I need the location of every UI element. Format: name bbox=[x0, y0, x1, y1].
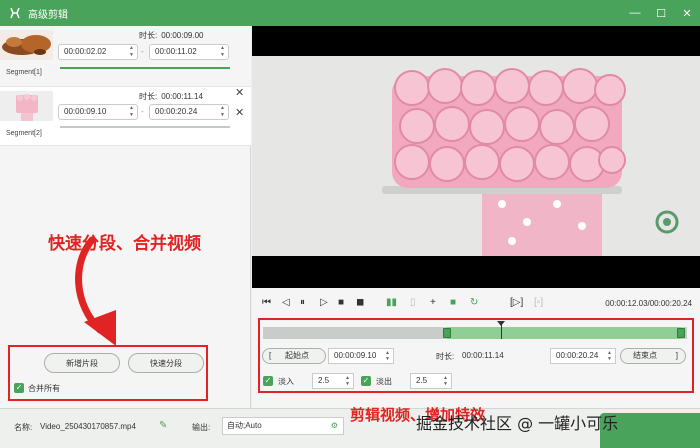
pause-icon[interactable]: ⏸ bbox=[300, 297, 305, 309]
copy-icon[interactable]: ■ bbox=[450, 297, 456, 309]
fade-in-checkbox[interactable]: ✓ bbox=[263, 376, 273, 386]
stop-icon[interactable]: ■ bbox=[338, 297, 344, 309]
preview-panel: ⏮ ◁ ⏸ ▷ ■ ◼ ▮▮ ▯ + ■ ↻ [▷] [▫] 00:00:12.… bbox=[252, 26, 700, 408]
fade-out-label: 淡出 bbox=[376, 377, 392, 386]
segment-label: Segment[1] bbox=[6, 69, 42, 76]
prev-frame-icon[interactable]: ◁ bbox=[282, 297, 290, 309]
maximize-button[interactable]: ☐ bbox=[648, 0, 674, 26]
quick-split-button[interactable]: 快速分段 bbox=[128, 353, 204, 373]
add-icon[interactable]: + bbox=[430, 297, 436, 309]
close-icon[interactable]: ✕ bbox=[235, 108, 244, 119]
segment-thumbnail-1 bbox=[0, 30, 53, 60]
fade-out-checkbox[interactable]: ✓ bbox=[361, 376, 371, 386]
playback-controls: ⏮ ◁ ⏸ ▷ ■ ◼ ▮▮ ▯ + ■ ↻ [▷] [▫] 00:00:12.… bbox=[252, 293, 700, 317]
trim-start-handle[interactable] bbox=[443, 328, 451, 338]
snapshot-icon[interactable]: [▫] bbox=[534, 297, 543, 309]
title-bar: 高级剪辑 — ☐ ✕ bbox=[0, 0, 700, 26]
bracket-marker-icon[interactable]: [▷] bbox=[510, 297, 523, 309]
merge-all-checkbox[interactable]: ✓ bbox=[14, 383, 24, 393]
minimize-button[interactable]: — bbox=[622, 0, 648, 26]
add-segment-button[interactable]: 新增片段 bbox=[44, 353, 120, 373]
next-frame-icon[interactable]: ▷ bbox=[320, 297, 328, 309]
segment-panel: Segment[1] 时长: 00:00:09.00 00:00:02.02 ▲ ▼… bbox=[0, 26, 251, 408]
segment-start-field[interactable]: 00:00:09.10 ▲ ▼ bbox=[58, 104, 138, 120]
segment-item-2[interactable]: Segment[2] 时长: 00:00:11.14 ✕ 00:00:09.10 … bbox=[0, 86, 251, 146]
spinner-icon[interactable]: ▲ ▼ bbox=[220, 45, 225, 59]
spinner-icon[interactable]: ▲ ▼ bbox=[443, 375, 448, 387]
window-title: 高级剪辑 bbox=[28, 9, 68, 21]
set-start-button[interactable]: [ 起始点 bbox=[262, 348, 326, 364]
output-label: 输出: bbox=[192, 423, 211, 432]
arrow-icon bbox=[75, 236, 116, 346]
trim-duration-label: 时长: bbox=[436, 352, 455, 361]
spinner-icon[interactable]: ▲ ▼ bbox=[345, 375, 350, 387]
segment-item-1[interactable]: Segment[1] 时长: 00:00:09.00 00:00:02.02 ▲ ▼… bbox=[0, 26, 251, 86]
playhead[interactable] bbox=[501, 322, 502, 339]
edit-pencil-icon[interactable]: ✎ bbox=[159, 420, 167, 431]
close-button[interactable]: ✕ bbox=[674, 0, 700, 26]
segment-end-field[interactable]: 00:00:11.02 ▲ ▼ bbox=[149, 44, 229, 60]
fade-out-field[interactable]: 2.5 ▲ ▼ bbox=[410, 373, 452, 389]
fade-in-field[interactable]: 2.5 ▲ ▼ bbox=[312, 373, 354, 389]
rotate-icon[interactable]: ↻ bbox=[470, 297, 478, 309]
close-icon[interactable]: ✕ bbox=[235, 88, 244, 99]
fade-in-label: 淡入 bbox=[278, 377, 294, 386]
segment-progress bbox=[60, 67, 230, 69]
video-preview[interactable] bbox=[252, 26, 700, 288]
segment-end-field[interactable]: 00:00:20.24 ▲ ▼ bbox=[149, 104, 229, 120]
trim-duration-value: 00:00:11.14 bbox=[462, 351, 504, 360]
trim-end-handle[interactable] bbox=[677, 328, 685, 338]
range-separator: - bbox=[141, 107, 144, 116]
range-separator: - bbox=[141, 47, 144, 56]
watermark-text: 掘金技术社区 @ 一罐小可乐 bbox=[416, 414, 619, 433]
cake-video-frame bbox=[252, 26, 700, 288]
spinner-icon[interactable]: ▲ ▼ bbox=[607, 350, 612, 362]
segment-thumbnail-2 bbox=[0, 91, 53, 121]
segment-start-field[interactable]: 00:00:02.02 ▲ ▼ bbox=[58, 44, 138, 60]
spinner-icon[interactable]: ▲ ▼ bbox=[385, 350, 390, 362]
timeline-track[interactable] bbox=[263, 321, 687, 339]
segment-progress bbox=[60, 126, 230, 128]
volume-icon[interactable]: ◼ bbox=[356, 297, 364, 309]
timeline-selection bbox=[447, 327, 681, 339]
segment-label: Segment[2] bbox=[6, 130, 42, 137]
name-label: 名称: bbox=[14, 423, 33, 432]
segment-actions-box: 新增片段 快速分段 ✓ 合并所有 bbox=[8, 345, 208, 401]
spinner-icon[interactable]: ▲ ▼ bbox=[129, 45, 134, 59]
trim-end-field[interactable]: 00:00:20.24 ▲ ▼ bbox=[550, 348, 616, 364]
delete-icon[interactable]: ▯ bbox=[410, 297, 416, 309]
trim-start-field[interactable]: 00:00:09.10 ▲ ▼ bbox=[328, 348, 394, 364]
set-end-button[interactable]: 结束点 ] bbox=[620, 348, 686, 364]
trim-editor: [ 起始点 00:00:09.10 ▲ ▼ 时长: 00:00:11.14 00:… bbox=[258, 318, 694, 393]
split-icon[interactable]: ▮▮ bbox=[386, 297, 397, 309]
merge-all-label: 合并所有 bbox=[28, 384, 60, 393]
output-name-value: Video_250430170857.mp4 bbox=[40, 422, 136, 431]
spinner-icon[interactable]: ▲ ▼ bbox=[220, 105, 225, 119]
app-logo-icon bbox=[10, 7, 20, 19]
output-format-select[interactable]: 自动;Auto ⚙ bbox=[222, 417, 344, 435]
timecode-display: 00:00:12.03/00:00:20.24 bbox=[605, 299, 692, 308]
settings-gear-icon[interactable]: ⚙ bbox=[331, 418, 338, 434]
spinner-icon[interactable]: ▲ ▼ bbox=[129, 105, 134, 119]
skip-start-icon[interactable]: ⏮ bbox=[262, 297, 271, 309]
